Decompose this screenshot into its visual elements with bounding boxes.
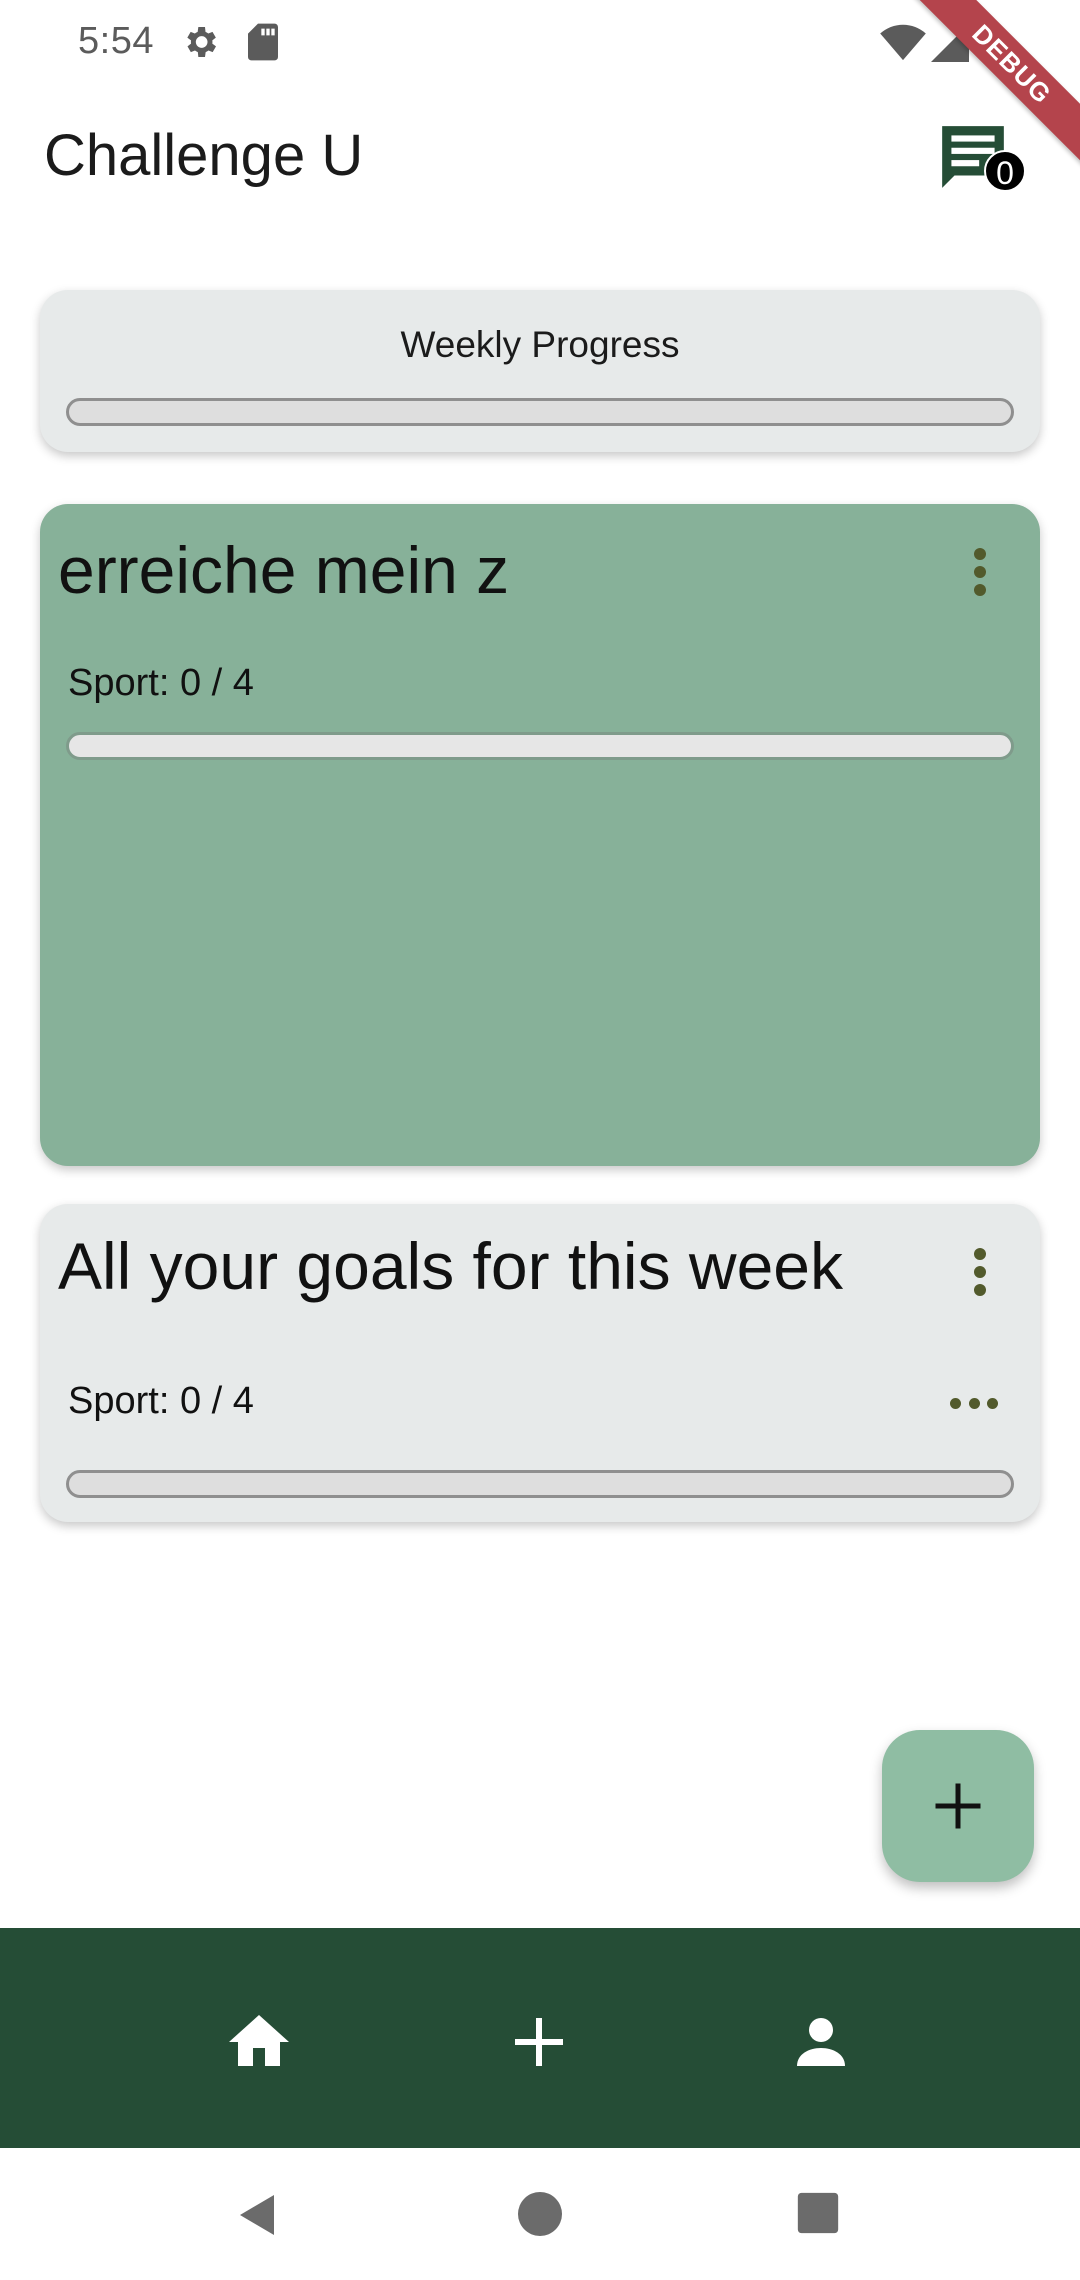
status-time: 5:54 — [78, 20, 154, 62]
goal-progress-bar — [66, 732, 1014, 760]
system-navigation-bar — [0, 2148, 1080, 2280]
more-vert-icon[interactable] — [968, 542, 992, 606]
page-title: Challenge U — [44, 123, 364, 188]
chat-button[interactable]: 0 — [936, 120, 1026, 206]
nav-add-button[interactable] — [503, 2006, 575, 2078]
goal-card[interactable]: erreiche mein z Sport: 0 / 4 — [40, 504, 1040, 1166]
weekly-progress-title: Weekly Progress — [400, 324, 680, 365]
add-goal-fab[interactable] — [882, 1730, 1034, 1882]
bottom-navigation — [0, 1928, 1080, 2148]
goal-line-label: Sport: 0 / 4 — [68, 662, 254, 704]
more-vert-icon[interactable] — [968, 1242, 992, 1306]
app-bar: Challenge U 0 — [0, 100, 1080, 220]
person-icon — [797, 2018, 845, 2066]
screen: 5:54 DEBUG Challenge U 0 Weekly Progress… — [0, 0, 1080, 2280]
gear-icon — [187, 27, 216, 57]
goal-title: erreiche mein z — [58, 533, 510, 607]
nav-home-button[interactable] — [223, 2006, 295, 2078]
all-goals-card[interactable]: All your goals for this week Sport: 0 / … — [40, 1204, 1040, 1522]
sd-card-icon — [248, 23, 278, 61]
recents-icon[interactable] — [796, 2190, 840, 2236]
nav-profile-button[interactable] — [785, 2006, 857, 2078]
home-icon — [229, 2015, 289, 2066]
add-icon — [515, 2018, 563, 2066]
status-bar: 5:54 — [0, 0, 1080, 88]
more-horiz-icon[interactable] — [950, 1396, 998, 1410]
goal-title: All your goals for this week — [58, 1229, 844, 1303]
back-icon[interactable] — [234, 2190, 282, 2240]
add-icon — [935, 1783, 981, 1829]
weekly-progress-bar — [66, 398, 1014, 426]
notification-badge: 0 — [984, 150, 1026, 192]
wifi-icon — [880, 24, 926, 61]
goal-progress-bar — [66, 1470, 1014, 1498]
weekly-progress-card: Weekly Progress — [40, 290, 1040, 452]
home-circle-icon[interactable] — [516, 2190, 564, 2238]
goal-line-label: Sport: 0 / 4 — [68, 1380, 254, 1422]
